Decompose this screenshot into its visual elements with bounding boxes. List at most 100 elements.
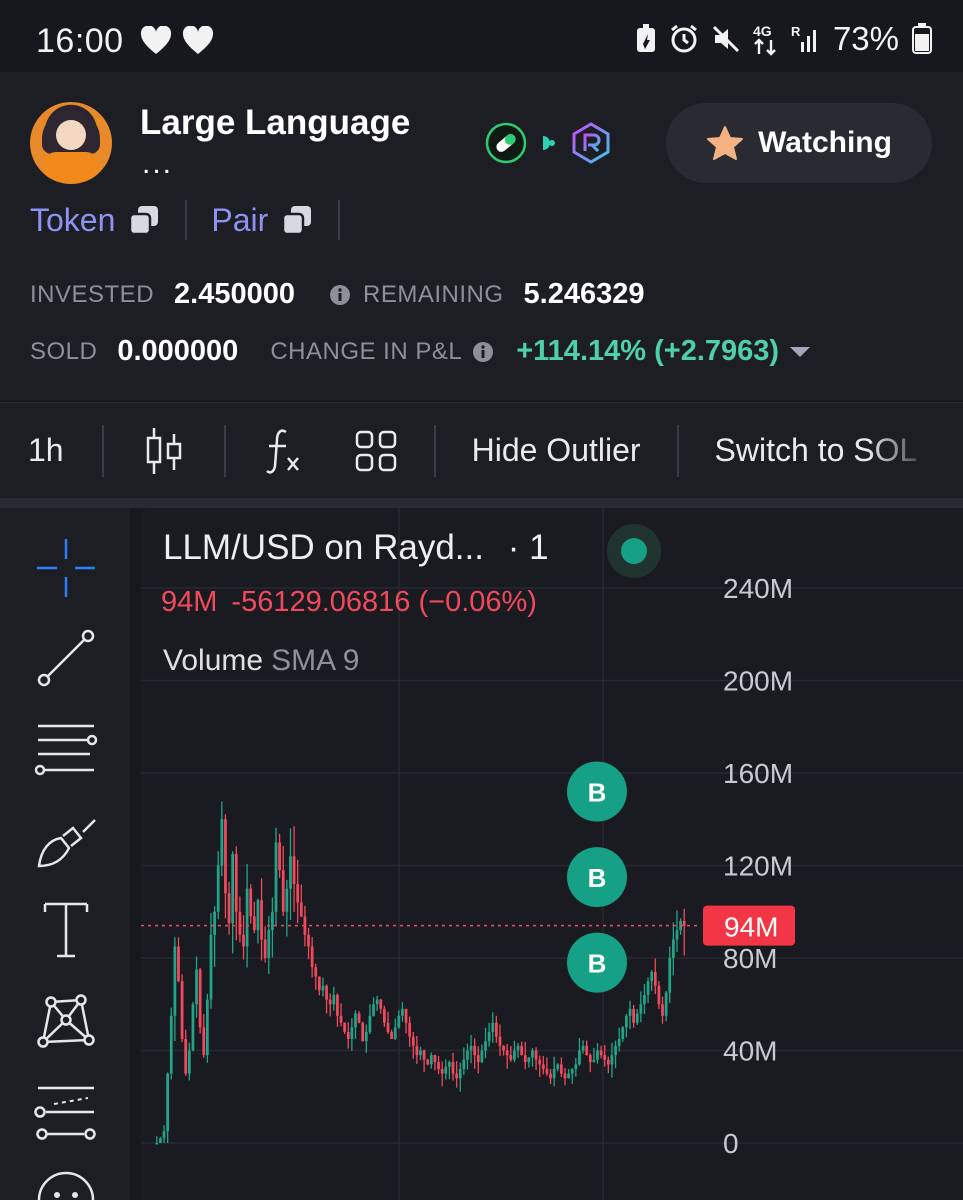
candle-body xyxy=(448,1062,451,1067)
candle-body xyxy=(307,934,310,947)
candle-body xyxy=(560,1064,563,1074)
candle-body xyxy=(271,911,274,931)
candle-body xyxy=(581,1045,585,1051)
token-link[interactable]: Token xyxy=(30,202,161,239)
candle-body xyxy=(173,946,177,1016)
candle-body xyxy=(238,911,242,935)
candle-body xyxy=(570,1069,574,1074)
candle-body xyxy=(498,1036,502,1046)
text-tool[interactable] xyxy=(30,894,102,966)
candle-body xyxy=(469,1045,473,1051)
parallel-lines-tool[interactable] xyxy=(30,714,102,786)
candle-body xyxy=(180,981,184,1039)
candle-body xyxy=(206,999,209,1056)
status-time: 16:00 xyxy=(36,22,124,60)
y-axis-tick-label: 40M xyxy=(723,1036,777,1067)
pattern-icon xyxy=(37,994,95,1048)
pattern-tool[interactable] xyxy=(30,984,102,1056)
candle-body xyxy=(310,946,314,968)
volume-legend[interactable]: Volume SMA 9 xyxy=(163,644,359,678)
candle-body xyxy=(357,1013,361,1023)
candle-body xyxy=(213,911,216,935)
token-link-label: Token xyxy=(30,201,116,238)
emoji-tool[interactable] xyxy=(30,1164,102,1200)
candle-body xyxy=(429,1055,433,1065)
y-axis-tick-label: 240M xyxy=(723,573,793,604)
candle-body xyxy=(491,1022,495,1032)
remaining-label: REMAINING xyxy=(363,280,504,308)
pair-link[interactable]: Pair xyxy=(211,202,314,239)
copy-icon[interactable] xyxy=(127,204,161,236)
text-icon xyxy=(43,902,89,958)
candle-body xyxy=(614,1045,617,1056)
svg-text:R: R xyxy=(791,24,801,39)
watching-button[interactable]: Watching xyxy=(666,103,932,183)
candle-body xyxy=(159,1138,162,1143)
layout-grid-icon[interactable] xyxy=(354,429,398,473)
copy-icon[interactable] xyxy=(280,204,314,236)
candle-body xyxy=(336,995,339,1016)
candle-body xyxy=(350,1027,354,1039)
toolbar-separator xyxy=(0,498,963,508)
candle-body xyxy=(354,1013,357,1028)
brush-tool[interactable] xyxy=(30,806,102,878)
market-open-dot xyxy=(621,538,647,564)
hide-outlier-button[interactable]: Hide Outlier xyxy=(472,432,641,469)
chart-toolbar: 1h Hide Outlier Switch to SOL xyxy=(0,402,963,498)
candle-body xyxy=(364,1032,368,1042)
live-indicator-icon xyxy=(543,136,555,150)
candle-body xyxy=(466,1050,469,1060)
candle-body xyxy=(657,985,661,1005)
indicators-fx-icon[interactable] xyxy=(264,426,304,476)
candle-body xyxy=(653,971,657,986)
market-status-indicator[interactable] xyxy=(607,524,661,578)
invested-value: 2.450000 xyxy=(174,278,295,310)
candle-body xyxy=(455,1073,458,1079)
switch-currency-button[interactable]: Switch to SOL xyxy=(715,432,933,469)
candle-body xyxy=(278,842,281,871)
y-axis-tick-label: 120M xyxy=(723,851,793,882)
candle-body xyxy=(520,1045,524,1056)
candle-body xyxy=(610,1055,614,1065)
candle-body xyxy=(314,967,318,977)
chart-legend-title[interactable]: LLM/USD on Rayd... · 1 xyxy=(163,528,549,568)
candle-body xyxy=(292,856,296,884)
candle-body xyxy=(256,900,260,931)
candle-body xyxy=(671,939,675,958)
candle-body xyxy=(299,902,303,917)
candle-body xyxy=(408,1022,412,1037)
invested-row: INVESTED 2.450000 REMAINING 5.246329 xyxy=(30,278,644,311)
interval-selector[interactable]: 1h xyxy=(28,432,64,469)
candlestick-type-icon[interactable] xyxy=(144,426,184,476)
forecast-icon xyxy=(34,1086,96,1140)
candle-body xyxy=(404,1008,408,1023)
candle-body xyxy=(415,1045,419,1056)
pill-platform-icon[interactable] xyxy=(485,122,527,164)
candle-body xyxy=(419,1050,422,1056)
address-links: Token Pair xyxy=(30,200,364,240)
candle-body xyxy=(346,1032,350,1039)
raydium-icon[interactable] xyxy=(571,122,611,164)
candle-body xyxy=(668,958,672,993)
price-chart[interactable]: 240M 200M 160M 120M 80M 40M 0 94M B B B LLM/USD on… xyxy=(141,508,963,1200)
candle-body xyxy=(411,1036,415,1046)
token-title-overflow: ... xyxy=(142,147,174,180)
info-icon[interactable] xyxy=(329,284,351,306)
trendline-tool[interactable] xyxy=(30,622,102,694)
mute-icon xyxy=(712,25,739,53)
crosshair-tool[interactable] xyxy=(30,532,102,604)
sold-label: SOLD xyxy=(30,337,98,365)
info-icon[interactable] xyxy=(472,341,494,363)
token-avatar xyxy=(30,102,112,184)
candle-body xyxy=(628,1008,632,1016)
candle-body xyxy=(639,1004,643,1014)
candle-body xyxy=(343,1022,347,1032)
trendline-icon xyxy=(37,629,95,687)
caret-down-icon[interactable] xyxy=(789,345,811,359)
forecast-tool[interactable] xyxy=(30,1076,102,1148)
candle-body xyxy=(451,1062,455,1074)
candle-body xyxy=(563,1073,567,1079)
candle-body xyxy=(249,888,253,917)
candle-body xyxy=(531,1050,534,1058)
candle-body xyxy=(502,1045,505,1051)
